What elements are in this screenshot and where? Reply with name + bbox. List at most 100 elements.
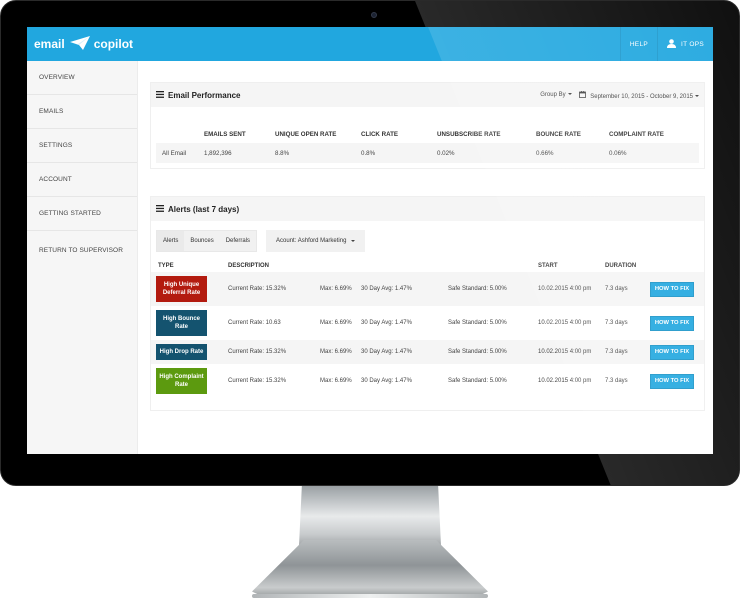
- alert-row: High Drop Rate Current Rate: 15.32% Max:…: [151, 340, 704, 364]
- table-cell: 0.06%: [609, 143, 699, 163]
- sidebar-item-label: EMAILS: [39, 108, 64, 115]
- max-rate: Max: 6.69%: [320, 286, 352, 292]
- alert-type-tabs: Alerts Bounces Deferrals: [156, 230, 258, 252]
- safe-standard: Safe Standard: 5.00%: [448, 286, 507, 292]
- table-cell: 0.02%: [437, 143, 536, 163]
- camera-dot: [371, 12, 377, 18]
- performance-table: EMAILS SENT UNIQUE OPEN RATE CLICK RATE …: [156, 107, 699, 163]
- tab-deferrals[interactable]: Deferrals: [220, 231, 256, 251]
- duration: 7.3 days: [605, 320, 628, 326]
- sidebar-item-getting-started[interactable]: GETTING STARTED: [27, 197, 137, 231]
- email-performance-panel: Email Performance Group By September 10,…: [150, 82, 705, 169]
- start-time: 10.02.2015 4:00 pm: [538, 349, 592, 355]
- table-cell: 1,892,396: [204, 143, 275, 163]
- caret-down-icon: [695, 94, 699, 97]
- alert-row: High Complaint Rate Current Rate: 15.32%…: [151, 364, 704, 398]
- column-header: TYPE: [158, 263, 174, 269]
- sidebar-item-account[interactable]: ACCOUNT: [27, 163, 137, 197]
- sidebar-item-return-to-supervisor[interactable]: RETURN TO SUPERVISOR: [27, 231, 137, 269]
- panel-title: Alerts (last 7 days): [168, 204, 240, 214]
- alerts-table-body: High Unique Deferral Rate Current Rate: …: [151, 272, 704, 398]
- table-cell: 0.8%: [361, 143, 437, 163]
- monitor-stand-base: [252, 594, 488, 598]
- column-header: UNSUBSCRIBE RATE: [437, 131, 501, 138]
- logo-text-left: email: [34, 37, 65, 51]
- sidebar-item-overview[interactable]: OVERVIEW: [27, 61, 137, 95]
- start-time: 10.02.2015 4:00 pm: [538, 378, 592, 384]
- duration: 7.3 days: [605, 349, 628, 355]
- duration: 7.3 days: [605, 378, 628, 384]
- table-cell: 0.66%: [536, 143, 609, 163]
- current-rate: Current Rate: 10.63: [228, 320, 281, 326]
- caret-down-icon: [351, 240, 356, 242]
- sidebar-item-label: RETURN TO SUPERVISOR: [39, 246, 123, 254]
- table-cell: All Email: [156, 143, 204, 163]
- column-header: CLICK RATE: [361, 131, 399, 138]
- column-header: COMPLAINT RATE: [609, 131, 664, 138]
- how-to-fix-button[interactable]: HOW TO FIX: [650, 281, 694, 297]
- sidebar: OVERVIEW EMAILS SETTINGS ACCOUNT GETTING…: [27, 61, 138, 454]
- sidebar-item-label: OVERVIEW: [39, 74, 75, 81]
- user-icon: [667, 38, 676, 50]
- table-cell: 8.8%: [275, 143, 361, 163]
- help-link[interactable]: HELP: [619, 27, 657, 61]
- duration: 7.3 days: [605, 286, 628, 292]
- column-header: [156, 107, 204, 143]
- current-rate: Current Rate: 15.32%: [228, 286, 287, 292]
- column-header: START: [538, 263, 558, 269]
- screen: email copilot HELP IT OPS OVERVIEW EMAIL…: [27, 27, 713, 454]
- how-to-fix-button[interactable]: HOW TO FIX: [650, 315, 694, 331]
- app-logo[interactable]: email copilot: [34, 35, 133, 53]
- date-range-picker[interactable]: September 10, 2015 - October 9, 2015: [578, 90, 699, 100]
- column-header: EMAILS SENT: [204, 131, 246, 138]
- max-rate: Max: 6.69%: [320, 349, 352, 355]
- column-header: DESCRIPTION: [228, 263, 270, 269]
- paper-plane-icon: [69, 35, 90, 53]
- top-bar: email copilot HELP IT OPS: [27, 27, 713, 61]
- alert-type-badge: High Complaint Rate: [156, 368, 207, 394]
- alert-type-badge: High Bounce Rate: [156, 310, 207, 336]
- alerts-panel: Alerts (last 7 days) Alerts Bounces Defe…: [150, 196, 705, 411]
- avg-rate: 30 Day Avg: 1.47%: [361, 349, 412, 355]
- how-to-fix-button[interactable]: HOW TO FIX: [650, 373, 694, 389]
- max-rate: Max: 6.69%: [320, 378, 352, 384]
- column-header: UNIQUE OPEN RATE: [275, 131, 337, 138]
- account-select-label: Acount: Ashford Marketing: [276, 238, 347, 244]
- current-rate: Current Rate: 15.32%: [228, 378, 287, 384]
- main-content: Email Performance Group By September 10,…: [150, 82, 705, 411]
- safe-standard: Safe Standard: 5.00%: [448, 349, 507, 355]
- sidebar-item-label: ACCOUNT: [39, 176, 72, 183]
- user-menu[interactable]: IT OPS: [657, 27, 713, 61]
- avg-rate: 30 Day Avg: 1.47%: [361, 286, 412, 292]
- alert-row: High Bounce Rate Current Rate: 10.63 Max…: [151, 306, 704, 340]
- sidebar-item-settings[interactable]: SETTINGS: [27, 129, 137, 163]
- date-range-label: September 10, 2015 - October 9, 2015: [590, 93, 693, 100]
- help-label: HELP: [629, 40, 648, 48]
- safe-standard: Safe Standard: 5.00%: [448, 320, 507, 326]
- calendar-icon: [578, 90, 588, 100]
- tab-alerts[interactable]: Alerts: [157, 231, 185, 251]
- sidebar-item-label: GETTING STARTED: [39, 210, 101, 217]
- tab-bounces[interactable]: Bounces: [184, 231, 219, 251]
- table-row: All Email 1,892,396 8.8% 0.8% 0.02% 0.66…: [156, 143, 699, 163]
- column-header: DURATION: [605, 263, 637, 269]
- how-to-fix-button[interactable]: HOW TO FIX: [650, 344, 694, 360]
- group-by-label: Group By: [540, 92, 566, 98]
- current-rate: Current Rate: 15.32%: [228, 349, 287, 355]
- panel-header: Email Performance Group By September 10,…: [151, 83, 704, 107]
- start-time: 10.02.2015 4:00 pm: [538, 286, 592, 292]
- panel-title: Email Performance: [168, 90, 241, 100]
- monitor-stand-foot: [252, 540, 488, 596]
- account-select[interactable]: Acount: Ashford Marketing: [266, 230, 366, 252]
- safe-standard: Safe Standard: 5.00%: [448, 378, 507, 384]
- alert-type-badge: High Drop Rate: [156, 344, 207, 360]
- group-by-dropdown[interactable]: Group By: [540, 92, 572, 98]
- alert-type-badge: High Unique Deferral Rate: [156, 276, 207, 302]
- panel-header: Alerts (last 7 days): [151, 197, 704, 221]
- avg-rate: 30 Day Avg: 1.47%: [361, 378, 412, 384]
- user-label: IT OPS: [681, 40, 704, 48]
- avg-rate: 30 Day Avg: 1.47%: [361, 320, 412, 326]
- menu-icon: [156, 90, 164, 100]
- caret-down-icon: [567, 93, 572, 96]
- sidebar-item-emails[interactable]: EMAILS: [27, 95, 137, 129]
